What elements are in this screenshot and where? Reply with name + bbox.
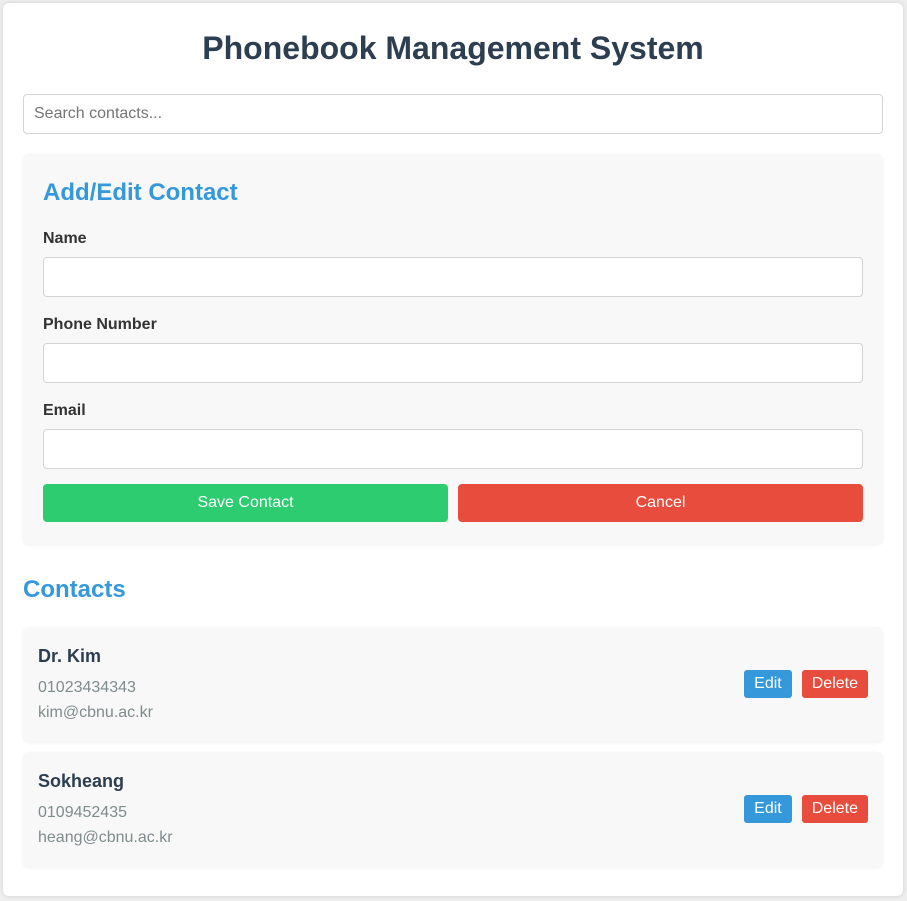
contact-list: Dr. Kim 01023434343 kim@cbnu.ac.kr Edit … — [23, 627, 883, 867]
app-container: Phonebook Management System Add/Edit Con… — [3, 3, 903, 896]
delete-button[interactable]: Delete — [801, 670, 868, 698]
form-actions: Save Contact Cancel — [43, 484, 863, 522]
contact-name: Sokheang — [38, 771, 125, 791]
name-label: Name — [43, 230, 87, 247]
cancel-button[interactable]: Cancel — [458, 484, 863, 522]
contact-email: heang@cbnu.ac.kr — [38, 829, 173, 846]
email-label: Email — [43, 402, 86, 419]
phone-field[interactable] — [43, 343, 863, 383]
contact-phone: 0109452435 — [38, 804, 127, 821]
contact-actions: Edit Delete — [744, 670, 868, 698]
contact-name: Dr. Kim — [38, 646, 102, 666]
edit-button[interactable]: Edit — [744, 795, 792, 823]
contact-actions: Edit Delete — [744, 795, 868, 823]
form-title: Add/Edit Contact — [43, 179, 238, 206]
contact-item: Sokheang 0109452435 heang@cbnu.ac.kr Edi… — [23, 752, 883, 867]
search-input[interactable] — [23, 94, 883, 134]
name-field[interactable] — [43, 257, 863, 297]
contacts-heading: Contacts — [23, 576, 126, 603]
delete-button[interactable]: Delete — [801, 795, 868, 823]
contact-email: kim@cbnu.ac.kr — [38, 704, 153, 721]
contact-item: Dr. Kim 01023434343 kim@cbnu.ac.kr Edit … — [23, 627, 883, 742]
contact-form: Add/Edit Contact Name Phone Number Email… — [23, 154, 883, 544]
contact-phone: 01023434343 — [38, 679, 136, 696]
save-contact-button[interactable]: Save Contact — [43, 484, 448, 522]
email-field[interactable] — [43, 429, 863, 469]
phone-label: Phone Number — [43, 316, 157, 333]
edit-button[interactable]: Edit — [744, 670, 792, 698]
page-title: Phonebook Management System — [202, 30, 704, 66]
